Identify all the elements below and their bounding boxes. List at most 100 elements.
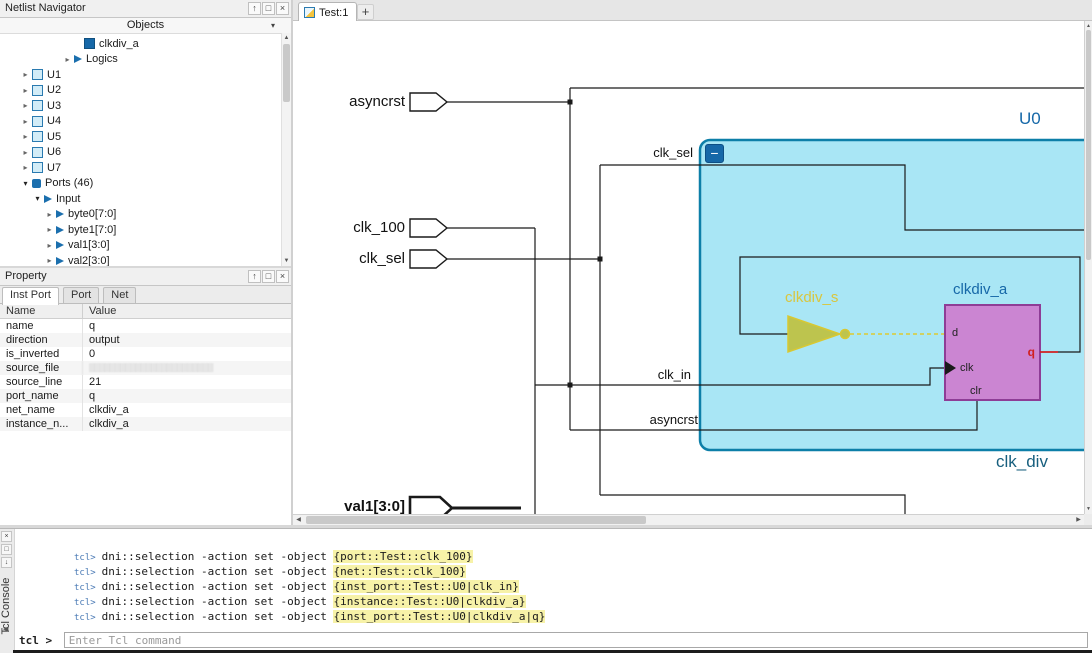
tab-net[interactable]: Net	[103, 287, 136, 303]
property-title: Property	[5, 270, 47, 282]
tree-item-u5[interactable]: ▸ U5	[0, 129, 281, 145]
tree-item-u4[interactable]: ▸ U4	[0, 114, 281, 130]
collapse-arrow[interactable]: ▾	[20, 179, 31, 188]
scroll-right-icon[interactable]: ▶	[1073, 515, 1084, 525]
tab-test1[interactable]: Test:1	[298, 2, 357, 22]
schematic-canvas[interactable]: asyncrst clk_100 clk_sel val1[3:0] clk_s…	[293, 21, 1084, 514]
port-symbol-val1[interactable]	[410, 497, 452, 514]
console-close-button[interactable]: ×	[1, 531, 12, 542]
tree-item-logics[interactable]: ▸ Logics	[0, 52, 281, 68]
tree-item-input[interactable]: ▾ Input	[0, 191, 281, 207]
netlist-viewer-app: Netlist Navigator ↑ □ × Objects ▾ clkdiv…	[0, 0, 1092, 653]
tcl-command-input[interactable]	[64, 632, 1088, 648]
tree-item-u7[interactable]: ▸ U7	[0, 160, 281, 176]
tree-item-byte1[interactable]: ▸ byte1[7:0]	[0, 222, 281, 238]
flipflop-name-label: clkdiv_a	[953, 281, 1007, 298]
panel-splitter[interactable]	[0, 266, 291, 268]
tree-item-val1[interactable]: ▸ val1[3:0]	[0, 238, 281, 254]
schematic-doc-icon	[304, 7, 315, 18]
tree-item-val2[interactable]: ▸ val2[3:0]	[0, 253, 281, 266]
collapse-instance-button[interactable]: −	[705, 144, 724, 163]
port-symbol-clk_sel[interactable]	[410, 250, 447, 268]
tab-inst-port[interactable]: Inst Port	[2, 287, 59, 305]
tree-item-label: Logics	[86, 53, 118, 65]
tree-item-u1[interactable]: ▸ U1	[0, 67, 281, 83]
tree-item-byte0[interactable]: ▸ byte0[7:0]	[0, 207, 281, 223]
tree-item-clkdiv_a[interactable]: clkdiv_a	[0, 36, 281, 52]
tree-scrollbar[interactable]: ▲ ▼	[281, 33, 291, 266]
pin-label-clk: clk	[960, 362, 973, 374]
expand-arrow[interactable]: ▸	[20, 117, 31, 126]
panel-pin-button[interactable]: ↑	[248, 270, 261, 283]
scrollbar-thumb[interactable]	[306, 516, 646, 524]
objects-selector[interactable]: Objects ▾	[0, 18, 291, 34]
port-label-clk_sel[interactable]: clk_sel	[312, 250, 405, 268]
expand-arrow[interactable]: ▸	[20, 86, 31, 95]
column-header-name[interactable]: Name	[0, 304, 82, 318]
console-float-button[interactable]: □	[1, 544, 12, 555]
expand-arrow[interactable]: ▸	[20, 148, 31, 157]
tree-item-u2[interactable]: ▸ U2	[0, 83, 281, 99]
panel-close-button[interactable]: ×	[276, 2, 289, 15]
console-line: tcl>dni::selection -action set -object {…	[21, 534, 1092, 549]
expand-arrow[interactable]: ▸	[44, 241, 55, 250]
port-symbol-clk_100[interactable]	[410, 219, 447, 237]
console-scroll-left-icon[interactable]: ◀	[3, 625, 8, 633]
table-row[interactable]: instance_n... clkdiv_a	[0, 417, 291, 431]
scroll-down-icon[interactable]: ▼	[282, 256, 291, 266]
table-row[interactable]: net_name clkdiv_a	[0, 403, 291, 417]
console-log[interactable]: tcl>dni::selection -action set -object {…	[15, 529, 1092, 628]
ports-group-icon	[32, 179, 41, 188]
expand-arrow[interactable]: ▸	[20, 163, 31, 172]
tree-item-u6[interactable]: ▸ U6	[0, 145, 281, 161]
instance-icon	[32, 147, 43, 158]
panel-float-button[interactable]: □	[262, 270, 275, 283]
panel-float-button[interactable]: □	[262, 2, 275, 15]
table-row[interactable]: source_line 21	[0, 375, 291, 389]
tree-item-label: clkdiv_a	[99, 38, 139, 50]
inverter-bubble[interactable]	[841, 330, 850, 339]
tree-item-u3[interactable]: ▸ U3	[0, 98, 281, 114]
console-input-row: tcl >	[15, 630, 1092, 650]
scrollbar-thumb[interactable]	[283, 44, 290, 102]
scroll-up-icon[interactable]: ▲	[282, 33, 291, 43]
scroll-left-icon[interactable]: ◀	[293, 515, 304, 525]
tree-item-ports[interactable]: ▾ Ports (46)	[0, 176, 281, 192]
scrollbar-thumb[interactable]	[1086, 30, 1091, 260]
expand-arrow[interactable]: ▸	[44, 210, 55, 219]
port-label-asyncrst[interactable]: asyncrst	[312, 93, 405, 111]
expand-arrow[interactable]: ▸	[20, 101, 31, 110]
expand-arrow[interactable]: ▸	[62, 55, 73, 64]
collapse-arrow[interactable]: ▾	[32, 194, 43, 203]
expand-arrow[interactable]: ▸	[44, 225, 55, 234]
table-row[interactable]: port_name q	[0, 389, 291, 403]
schematic-h-scrollbar[interactable]: ◀ ▶	[293, 514, 1084, 525]
table-row[interactable]: is_inverted 0	[0, 347, 291, 361]
tree-item-label: val2[3:0]	[68, 255, 110, 266]
instance-block-u0[interactable]	[700, 140, 1084, 450]
property-name: name	[0, 319, 82, 333]
expand-arrow[interactable]: ▸	[20, 132, 31, 141]
port-label-val1[interactable]: val1[3:0]	[312, 498, 405, 514]
tab-port[interactable]: Port	[63, 287, 99, 303]
expand-arrow[interactable]: ▸	[44, 256, 55, 265]
pin-label-q-selected[interactable]: q	[1019, 345, 1035, 359]
column-header-value[interactable]: Value	[82, 304, 291, 318]
tree-item-label: byte0[7:0]	[68, 208, 116, 220]
chevron-down-icon[interactable]: ▾	[271, 18, 275, 33]
scroll-down-icon[interactable]: ▼	[1085, 504, 1092, 514]
table-row[interactable]: name q	[0, 319, 291, 333]
table-row[interactable]: source_file ▒▒▒▒▒▒▒▒▒▒▒▒▒▒▒▒▒▒▒▒▒▒▒▒	[0, 361, 291, 375]
panel-pin-button[interactable]: ↑	[248, 2, 261, 15]
tree-item-label: Input	[56, 193, 80, 205]
table-row[interactable]: direction output	[0, 333, 291, 347]
expand-arrow[interactable]: ▸	[20, 70, 31, 79]
property-value: q	[82, 389, 291, 403]
panel-close-button[interactable]: ×	[276, 270, 289, 283]
new-tab-button[interactable]: +	[357, 4, 374, 20]
port-label-clk_100[interactable]: clk_100	[312, 219, 405, 237]
port-symbol-asyncrst[interactable]	[410, 93, 447, 111]
property-table: name q direction output is_inverted 0 so…	[0, 319, 291, 431]
schematic-v-scrollbar[interactable]: ▲ ▼	[1084, 21, 1092, 514]
net-clk_100[interactable]	[447, 228, 535, 514]
